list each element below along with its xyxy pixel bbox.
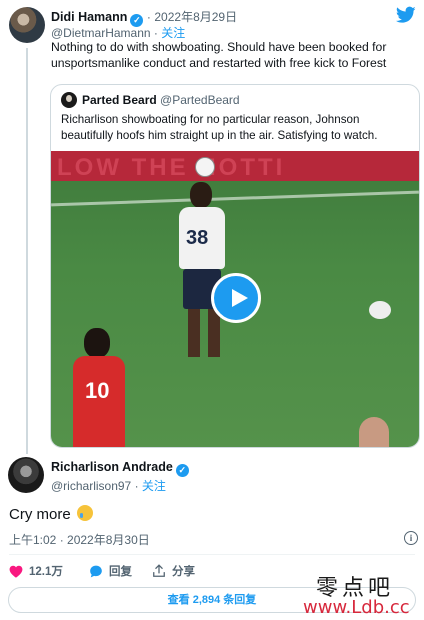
avatar[interactable] xyxy=(8,457,44,493)
info-icon[interactable]: i xyxy=(404,531,418,545)
thread-line xyxy=(26,48,28,454)
player-10: 10 xyxy=(73,356,125,447)
follow-button[interactable]: 关注 xyxy=(161,26,185,40)
reply-label: 回复 xyxy=(109,566,132,578)
handle[interactable]: @richarlison97 xyxy=(51,479,131,493)
tweet-text-content: Cry more xyxy=(9,506,71,523)
handle[interactable]: @DietmarHamann xyxy=(51,26,151,40)
reply-button[interactable]: 回复 xyxy=(89,563,132,579)
play-icon[interactable] xyxy=(211,273,261,323)
verified-icon: ✓ xyxy=(175,464,189,477)
player-head xyxy=(359,417,389,447)
author-handle-row: @richarlison97 · 关注 xyxy=(51,477,166,494)
player-38: 38 xyxy=(179,207,225,269)
football xyxy=(369,301,391,319)
stadium-banner: LOW THE NOTTI xyxy=(51,151,419,181)
video-player[interactable]: LOW THE NOTTI 38 10 xyxy=(51,151,419,447)
author-name: Richarlison Andrade ✓ xyxy=(51,460,189,477)
tweet-text: Nothing to do with showboating. Should h… xyxy=(51,40,387,70)
separator: · xyxy=(146,10,151,24)
share-label: 分享 xyxy=(172,566,195,578)
quoted-tweet-card[interactable]: Parted Beard @PartedBeard Richarlison sh… xyxy=(50,84,420,448)
football xyxy=(195,157,215,177)
quoted-reply-tweet: Didi Hamann ✓ · 2022年8月29日 @DietmarHamann… xyxy=(0,0,424,454)
banner-text: LOW THE NOTTI xyxy=(57,154,286,181)
twitter-bird-icon[interactable] xyxy=(396,6,416,24)
player-legs xyxy=(188,309,220,357)
display-name[interactable]: Parted Beard xyxy=(82,93,157,107)
reply-icon xyxy=(90,565,102,578)
quoted-tweet-text: Richarlison showboating for no particula… xyxy=(61,113,378,142)
tweet-timestamp[interactable]: 上午1:02 · 2022年8月30日 xyxy=(9,531,150,548)
quoted-author: Parted Beard @PartedBeard xyxy=(82,93,240,107)
divider xyxy=(9,554,415,555)
watermark-url: www.Ldb.cc xyxy=(303,597,410,618)
like-button[interactable]: 12.1万 xyxy=(9,563,63,579)
tweet-date[interactable]: 2022年8月29日 xyxy=(154,10,237,24)
player-head xyxy=(190,182,212,208)
separator: · xyxy=(153,26,158,40)
heart-icon xyxy=(9,565,23,578)
separator: · xyxy=(134,479,139,493)
crying-face-icon xyxy=(76,505,93,521)
pitch-line xyxy=(51,190,419,207)
tweet-text: Cry more xyxy=(9,505,93,523)
share-icon xyxy=(153,564,165,577)
like-count: 12.1万 xyxy=(29,566,63,578)
handle[interactable]: @PartedBeard xyxy=(160,93,240,107)
follow-button[interactable]: 关注 xyxy=(142,479,166,493)
player-head xyxy=(84,328,110,358)
avatar[interactable] xyxy=(9,7,45,43)
jersey-number: 10 xyxy=(85,378,110,403)
jersey-number: 38 xyxy=(186,227,209,249)
avatar[interactable] xyxy=(61,92,77,108)
display-name[interactable]: Didi Hamann xyxy=(51,10,127,24)
display-name[interactable]: Richarlison Andrade xyxy=(51,460,173,474)
share-button[interactable]: 分享 xyxy=(152,563,195,579)
